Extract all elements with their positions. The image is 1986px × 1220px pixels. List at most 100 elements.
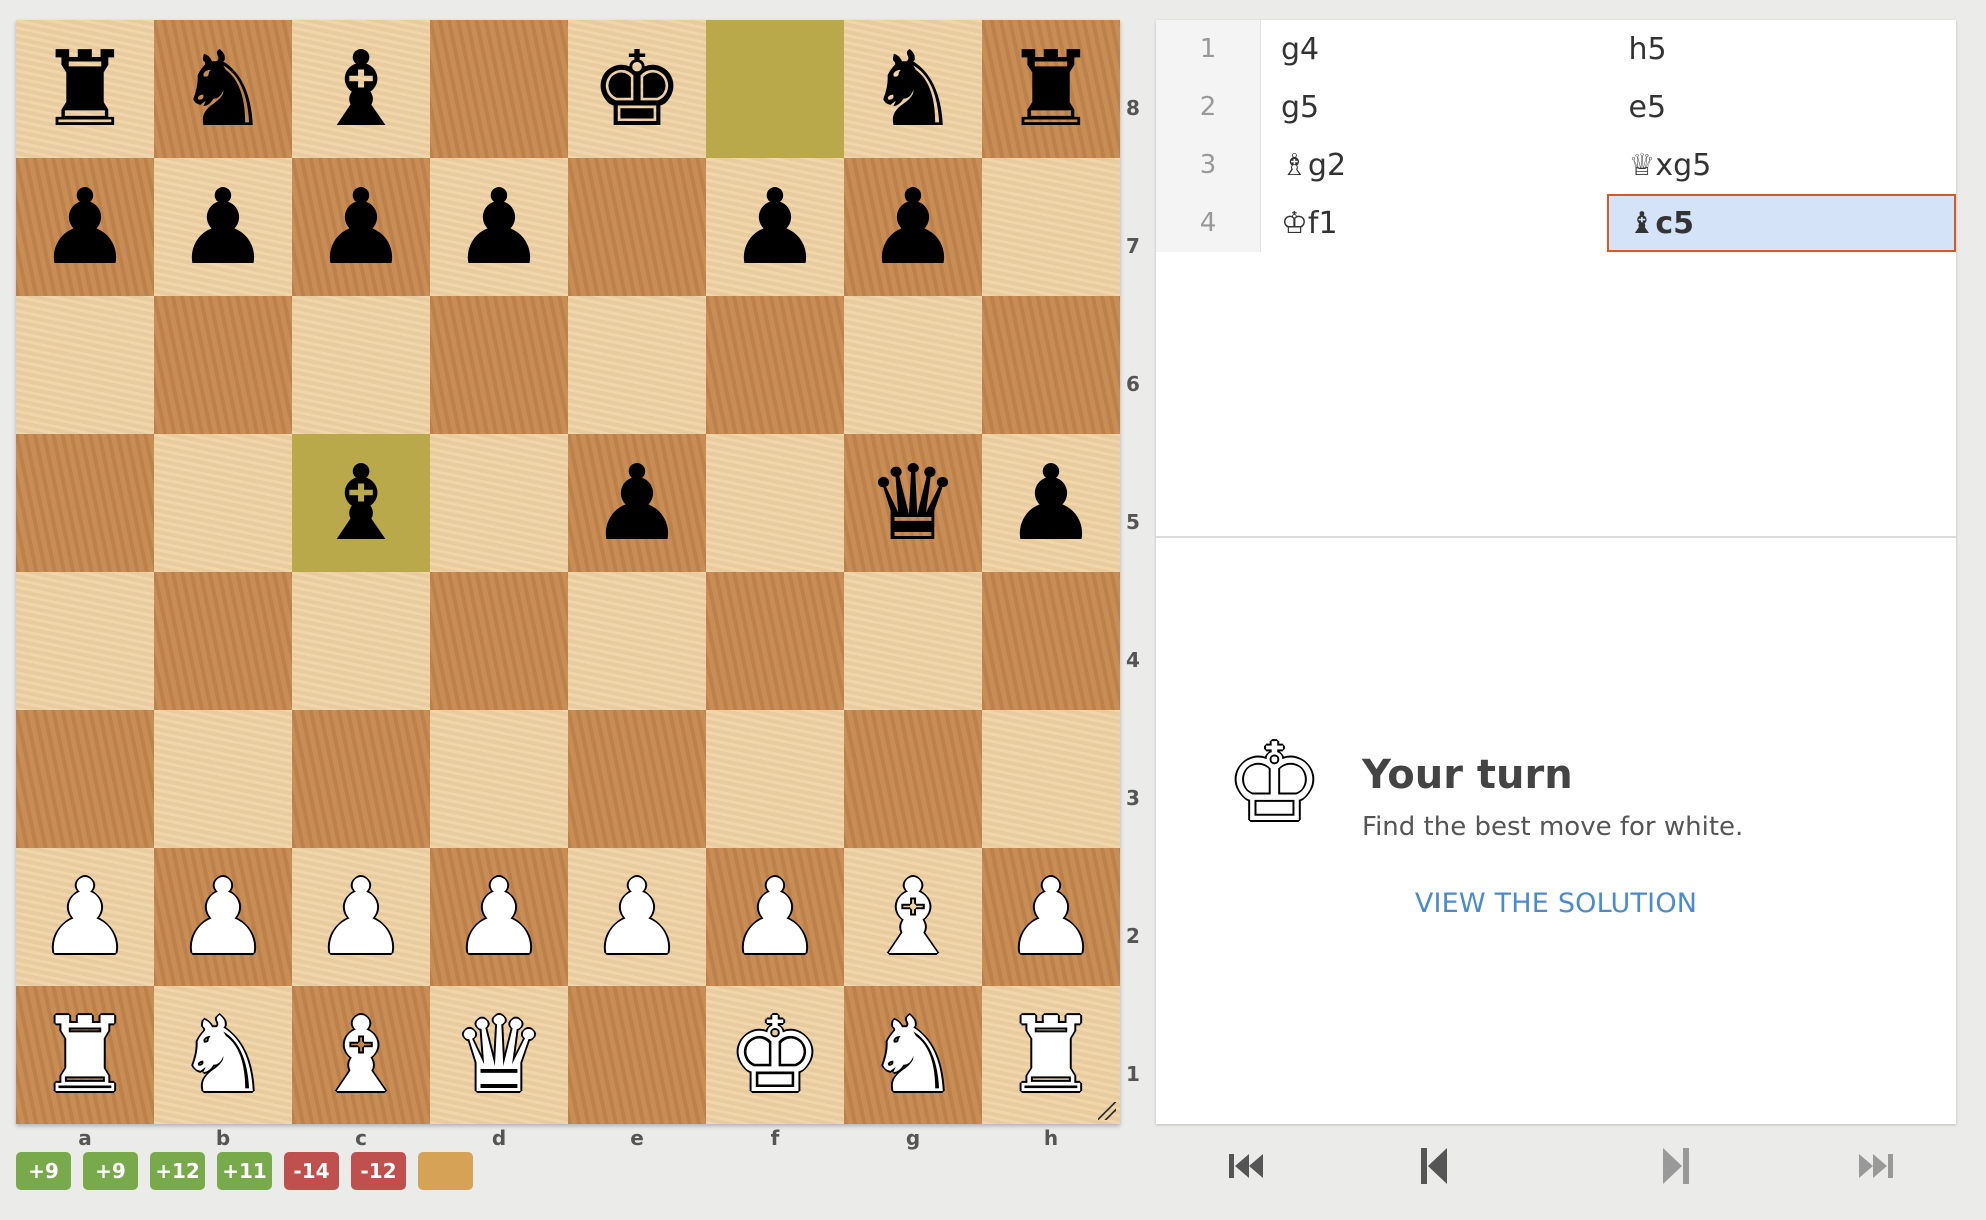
square-g1[interactable]: ♞ [844, 986, 982, 1124]
view-solution-link[interactable]: VIEW THE SOLUTION [1156, 888, 1956, 919]
white-knight-icon[interactable]: ♞ [866, 1003, 959, 1107]
first-move-button[interactable] [1216, 1138, 1276, 1194]
black-pawn-icon[interactable]: ♟ [38, 175, 131, 279]
square-g5[interactable]: ♛ [844, 434, 982, 572]
white-move[interactable]: g4 [1261, 20, 1609, 78]
white-rook-icon[interactable]: ♜ [1004, 1003, 1097, 1107]
square-h7[interactable] [982, 158, 1120, 296]
next-move-button[interactable] [1646, 1138, 1706, 1194]
white-move[interactable]: ♗g2 [1261, 136, 1609, 194]
evaluation-badge[interactable]: -12 [351, 1152, 406, 1190]
black-bishop-icon[interactable]: ♝ [314, 37, 407, 141]
square-d8[interactable] [430, 20, 568, 158]
square-b4[interactable] [154, 572, 292, 710]
square-f6[interactable] [706, 296, 844, 434]
square-a2[interactable]: ♟ [16, 848, 154, 986]
evaluation-badge[interactable]: +12 [150, 1152, 205, 1190]
square-e5[interactable]: ♟ [568, 434, 706, 572]
square-c4[interactable] [292, 572, 430, 710]
square-a7[interactable]: ♟ [16, 158, 154, 296]
square-d2[interactable]: ♟ [430, 848, 568, 986]
square-a3[interactable] [16, 710, 154, 848]
square-e7[interactable] [568, 158, 706, 296]
square-h4[interactable] [982, 572, 1120, 710]
black-rook-icon[interactable]: ♜ [38, 37, 131, 141]
white-bishop-icon[interactable]: ♝ [866, 865, 959, 969]
square-b7[interactable]: ♟ [154, 158, 292, 296]
square-h3[interactable] [982, 710, 1120, 848]
square-b8[interactable]: ♞ [154, 20, 292, 158]
square-f5[interactable] [706, 434, 844, 572]
square-h8[interactable]: ♜ [982, 20, 1120, 158]
black-pawn-icon[interactable]: ♟ [176, 175, 269, 279]
white-move[interactable]: ♔f1 [1261, 194, 1607, 252]
evaluation-badge[interactable]: -14 [284, 1152, 339, 1190]
square-g4[interactable] [844, 572, 982, 710]
white-pawn-icon[interactable]: ♟ [728, 865, 821, 969]
square-b2[interactable]: ♟ [154, 848, 292, 986]
square-d3[interactable] [430, 710, 568, 848]
white-pawn-icon[interactable]: ♟ [176, 865, 269, 969]
board-resize-handle[interactable] [1098, 1102, 1116, 1120]
square-c2[interactable]: ♟ [292, 848, 430, 986]
evaluation-badge[interactable]: +9 [16, 1152, 71, 1190]
square-d1[interactable]: ♛ [430, 986, 568, 1124]
square-a6[interactable] [16, 296, 154, 434]
square-b6[interactable] [154, 296, 292, 434]
white-king-icon[interactable]: ♚ [728, 1003, 821, 1107]
black-pawn-icon[interactable]: ♟ [590, 451, 683, 555]
last-move-button[interactable] [1846, 1138, 1906, 1194]
square-d6[interactable] [430, 296, 568, 434]
black-knight-icon[interactable]: ♞ [176, 37, 269, 141]
square-a4[interactable] [16, 572, 154, 710]
white-pawn-icon[interactable]: ♟ [314, 865, 407, 969]
square-g7[interactable]: ♟ [844, 158, 982, 296]
black-move[interactable]: ♝c5 [1606, 194, 1956, 252]
square-c3[interactable] [292, 710, 430, 848]
square-f3[interactable] [706, 710, 844, 848]
white-move[interactable]: g5 [1261, 78, 1609, 136]
square-e6[interactable] [568, 296, 706, 434]
square-g8[interactable]: ♞ [844, 20, 982, 158]
black-pawn-icon[interactable]: ♟ [452, 175, 545, 279]
black-move[interactable]: e5 [1609, 78, 1957, 136]
square-h6[interactable] [982, 296, 1120, 434]
black-rook-icon[interactable]: ♜ [1004, 37, 1097, 141]
square-f1[interactable]: ♚ [706, 986, 844, 1124]
black-move[interactable]: ♕xg5 [1609, 136, 1957, 194]
square-g2[interactable]: ♝ [844, 848, 982, 986]
black-knight-icon[interactable]: ♞ [866, 37, 959, 141]
black-move[interactable]: h5 [1609, 20, 1957, 78]
black-queen-icon[interactable]: ♛ [866, 451, 959, 555]
white-rook-icon[interactable]: ♜ [38, 1003, 131, 1107]
black-pawn-icon[interactable]: ♟ [1004, 451, 1097, 555]
white-pawn-icon[interactable]: ♟ [590, 865, 683, 969]
white-pawn-icon[interactable]: ♟ [1004, 865, 1097, 969]
square-e8[interactable]: ♚ [568, 20, 706, 158]
white-queen-icon[interactable]: ♛ [452, 1003, 545, 1107]
square-e2[interactable]: ♟ [568, 848, 706, 986]
evaluation-badge[interactable] [418, 1152, 473, 1190]
square-b1[interactable]: ♞ [154, 986, 292, 1124]
black-king-icon[interactable]: ♚ [590, 37, 683, 141]
previous-move-button[interactable] [1404, 1138, 1464, 1194]
square-h2[interactable]: ♟ [982, 848, 1120, 986]
black-pawn-icon[interactable]: ♟ [866, 175, 959, 279]
square-e1[interactable] [568, 986, 706, 1124]
square-g3[interactable] [844, 710, 982, 848]
white-pawn-icon[interactable]: ♟ [452, 865, 545, 969]
square-f4[interactable] [706, 572, 844, 710]
square-b5[interactable] [154, 434, 292, 572]
square-b3[interactable] [154, 710, 292, 848]
square-f8[interactable] [706, 20, 844, 158]
square-c6[interactable] [292, 296, 430, 434]
chess-board[interactable]: ♜ ♞ ♝ ♚ ♞ ♜ ♟ ♟ ♟ ♟ ♟ ♟ ♝ ♟ ♛ ♟ ♟ ♟ ♟ ♟ ♟ ♟ ♝ ♟ ♜ ♞ ♝ ♛ ♚ ♞ ♜ [16, 20, 1120, 1124]
evaluation-badge[interactable]: +11 [217, 1152, 272, 1190]
evaluation-badge[interactable]: +9 [83, 1152, 138, 1190]
black-bishop-icon[interactable]: ♝ [314, 451, 407, 555]
square-c5[interactable]: ♝ [292, 434, 430, 572]
square-d5[interactable] [430, 434, 568, 572]
black-pawn-icon[interactable]: ♟ [728, 175, 821, 279]
square-f2[interactable]: ♟ [706, 848, 844, 986]
square-a8[interactable]: ♜ [16, 20, 154, 158]
